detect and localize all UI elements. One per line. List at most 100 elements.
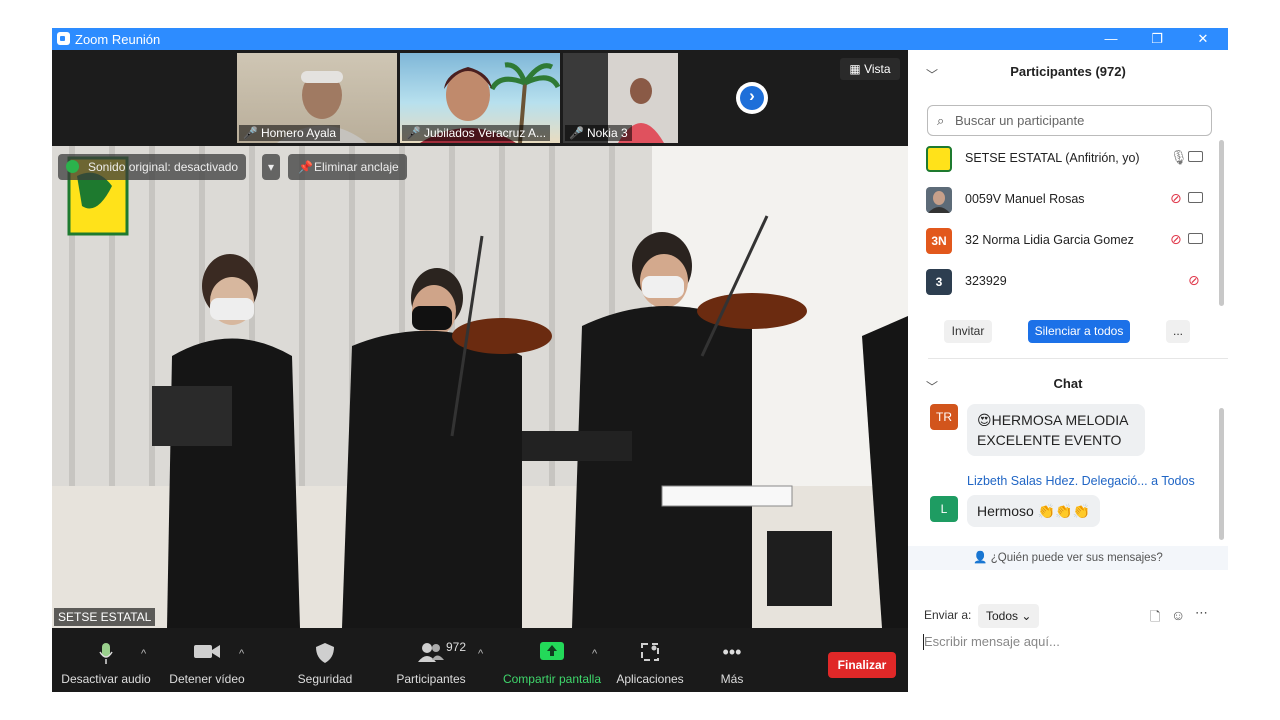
- thumbnail-video[interactable]: 🎤 Homero Ayala: [237, 53, 397, 143]
- participant-row[interactable]: 3 323929 ⊘: [926, 261, 1206, 301]
- participants-count: 972: [446, 640, 467, 654]
- muted-mic-icon[interactable]: ⊘: [1170, 231, 1182, 248]
- side-panel: ﹀ Participantes (972) ⌕ Buscar un partic…: [908, 50, 1228, 692]
- end-meeting-button[interactable]: Finalizar: [828, 652, 896, 678]
- thumbnail-name: 🎤 Jubilados Veracruz A...: [402, 125, 551, 141]
- original-sound-dropdown[interactable]: Sonido original: desactivado: [58, 154, 247, 180]
- share-options-caret[interactable]: ^: [592, 648, 597, 660]
- restore-button[interactable]: ❐: [1134, 28, 1180, 50]
- muted-mic-icon: 🎤: [243, 126, 258, 140]
- muted-mic-icon[interactable]: ⊘: [1188, 272, 1200, 289]
- share-screen-button[interactable]: Compartir pantalla: [498, 628, 606, 692]
- participant-search-input[interactable]: ⌕ Buscar un participante: [927, 105, 1212, 136]
- apps-button[interactable]: Aplicaciones: [612, 628, 688, 692]
- thumbnail-name: 🎤 Nokia 3: [565, 125, 632, 141]
- share-screen-icon: [498, 642, 606, 664]
- participant-row[interactable]: 0059V Manuel Rosas ⊘: [926, 179, 1206, 219]
- chat-scrollbar[interactable]: [1219, 408, 1224, 540]
- thumbnail-video[interactable]: 🎤 Jubilados Veracruz A...: [400, 53, 560, 143]
- meeting-toolbar: Desactivar audio ^ Detener vídeo ^ Segur…: [52, 628, 908, 692]
- apps-label: Aplicaciones: [616, 672, 684, 686]
- main-video: Sonido original: desactivado ▾ 📌 Elimina…: [52, 146, 908, 628]
- chevron-down-icon: ⌄: [1021, 609, 1032, 623]
- view-button[interactable]: ▦ Vista: [840, 58, 900, 80]
- shield-check-icon: [66, 160, 79, 173]
- send-to-dropdown[interactable]: Todos ⌄: [978, 604, 1040, 628]
- participants-button[interactable]: 972 Participantes: [388, 628, 474, 692]
- search-placeholder: Buscar un participante: [955, 113, 1085, 128]
- thumbnail-video[interactable]: 🎤 Nokia 3: [563, 53, 678, 143]
- muted-mic-icon[interactable]: ⊘: [1170, 190, 1182, 207]
- more-button[interactable]: ••• Más: [708, 628, 756, 692]
- participant-row[interactable]: SETSE ESTATAL (Anfitrión, yo) 🎙: [926, 138, 1206, 178]
- more-dots-icon[interactable]: ⋯: [1195, 605, 1208, 621]
- security-button[interactable]: Seguridad: [290, 628, 360, 692]
- stop-video-button[interactable]: Detener vídeo: [162, 628, 252, 692]
- shield-icon: [290, 642, 360, 664]
- speaker-video-image: [52, 146, 908, 628]
- window-title: Zoom Reunión: [75, 32, 161, 47]
- chevron-right-icon: ›: [749, 86, 755, 105]
- video-camera-icon[interactable]: [1188, 192, 1203, 203]
- search-icon: ⌕: [937, 113, 945, 128]
- participants-header: ﹀ Participantes (972): [908, 50, 1228, 96]
- meeting-area: 🎤Homero Ayala 🎤Jubilados Veracruz A...: [52, 50, 908, 692]
- chat-message-input[interactable]: Escribir mensaje aquí...: [923, 634, 1060, 650]
- muted-mic-icon: 🎤: [406, 126, 421, 140]
- send-to-label: Enviar a:: [924, 608, 972, 622]
- participant-name: SETSE ESTATAL (Anfitrión, yo): [965, 151, 1140, 165]
- video-camera-icon[interactable]: [1188, 151, 1203, 162]
- chat-message: 😍HERMOSA MELODIA EXCELENTE EVENTO: [967, 404, 1145, 456]
- message-text: 😍HERMOSA MELODIA: [977, 412, 1129, 428]
- participants-label: Participantes: [396, 672, 466, 686]
- more-label: Más: [720, 672, 744, 686]
- pin-icon: 📌: [298, 160, 313, 174]
- microphone-icon: [58, 642, 154, 664]
- audio-options-caret[interactable]: ^: [141, 648, 146, 660]
- mute-button[interactable]: Desactivar audio: [58, 628, 154, 692]
- stop-video-label: Detener vídeo: [169, 672, 245, 686]
- thumbnail-name: 🎤 Homero Ayala: [239, 125, 341, 141]
- people-info-icon: 👤: [973, 552, 991, 564]
- message-sender: Lizbeth Salas Hdez. Delegació... a Todos: [967, 474, 1195, 488]
- participant-name: 323929: [965, 274, 1007, 288]
- title-bar: Zoom Reunión — ❐ ✕: [52, 28, 1228, 50]
- sound-options-caret[interactable]: ▾: [262, 154, 280, 180]
- avatar: 3: [926, 269, 952, 295]
- chevron-down-icon: ▾: [267, 160, 275, 174]
- unpin-button[interactable]: 📌 Eliminar anclaje: [288, 154, 407, 180]
- participants-title: Participantes (972): [1010, 64, 1126, 79]
- share-screen-label: Compartir pantalla: [502, 672, 602, 686]
- avatar: L: [930, 496, 958, 522]
- more-options-button[interactable]: ...: [1166, 320, 1190, 343]
- participant-row[interactable]: 3N 32 Norma Lidia Garcia Gomez ⊘: [926, 220, 1206, 260]
- participants-scrollbar[interactable]: [1219, 140, 1224, 306]
- more-dots-icon: •••: [722, 642, 742, 662]
- grid-icon: ▦: [849, 62, 865, 76]
- file-icon[interactable]: 🗋: [1150, 608, 1160, 630]
- next-page-button[interactable]: ›: [736, 82, 768, 114]
- invite-button[interactable]: Invitar: [944, 320, 992, 343]
- avatar: TR: [930, 404, 958, 430]
- emoji-icon[interactable]: ☺: [1171, 607, 1185, 623]
- muted-mic-icon: 🎤: [569, 126, 584, 140]
- thumbnail-strip: 🎤Homero Ayala 🎤Jubilados Veracruz A...: [52, 50, 908, 146]
- participant-name: 32 Norma Lidia Garcia Gomez: [965, 233, 1134, 247]
- security-label: Seguridad: [297, 672, 353, 686]
- minimize-button[interactable]: —: [1088, 28, 1134, 50]
- apps-icon: [612, 642, 688, 664]
- speaker-name-badge: SETSE ESTATAL: [54, 608, 156, 626]
- unpin-label: Eliminar anclaje: [314, 160, 399, 174]
- mute-all-button[interactable]: Silenciar a todos: [1028, 320, 1130, 343]
- divider: [928, 358, 1228, 359]
- video-camera-icon[interactable]: [1188, 233, 1203, 244]
- avatar: [926, 187, 952, 213]
- video-options-caret[interactable]: ^: [239, 648, 244, 660]
- close-button[interactable]: ✕: [1180, 28, 1226, 50]
- participant-name: 0059V Manuel Rosas: [965, 192, 1085, 206]
- microphone-icon[interactable]: 🎙: [1170, 149, 1188, 166]
- who-can-see-link[interactable]: 👤 ¿Quién puede ver sus mensajes?: [908, 546, 1228, 570]
- mute-label: Desactivar audio: [61, 672, 151, 686]
- chat-title: Chat: [1053, 376, 1083, 391]
- participants-options-caret[interactable]: ^: [478, 648, 483, 660]
